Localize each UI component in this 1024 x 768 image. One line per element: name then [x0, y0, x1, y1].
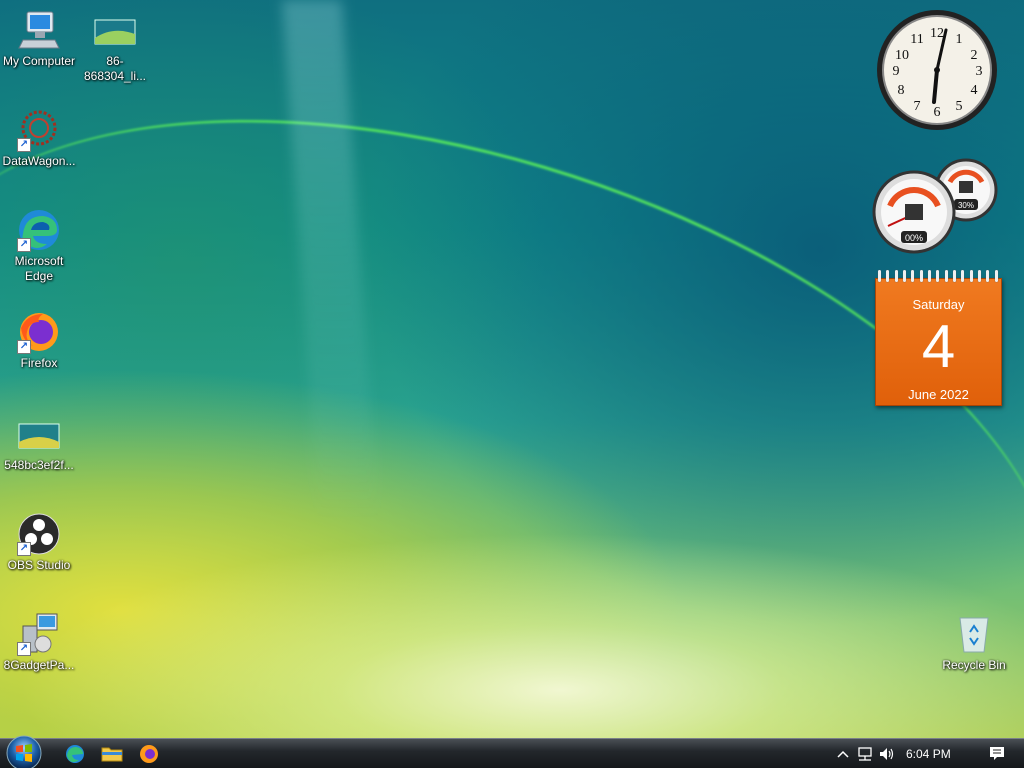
- clock-numeral: 11: [910, 32, 923, 47]
- desktop-icon-datawagon[interactable]: ↗ DataWagon...: [0, 108, 78, 169]
- shortcut-arrow-icon: ↗: [17, 340, 31, 354]
- firefox-icon: ↗: [17, 310, 61, 354]
- clock-numeral: 3: [976, 64, 983, 79]
- desktop-icon-recycle-bin[interactable]: Recycle Bin: [935, 612, 1013, 673]
- shortcut-arrow-icon: ↗: [17, 542, 31, 556]
- chevron-up-icon: [837, 750, 849, 758]
- desktop: My Computer 86-868304_li... ↗ DataWagon.…: [0, 0, 1024, 768]
- taskbar-clock[interactable]: 6:04 PM: [906, 747, 951, 761]
- desktop-icon-my-computer[interactable]: My Computer: [0, 8, 78, 69]
- taskbar: 6:04 PM: [0, 735, 1024, 768]
- clock-numeral: 1: [956, 32, 963, 47]
- desktop-icon-image-file[interactable]: 548bc3ef2f...: [0, 412, 78, 473]
- obs-icon: ↗: [17, 512, 61, 556]
- edge-icon: ↗: [17, 208, 61, 252]
- notification-icon: [990, 747, 1004, 760]
- desktop-icon-label: Firefox: [20, 356, 58, 370]
- desktop-icon-label: Microsoft Edge: [14, 254, 64, 283]
- desktop-icon-label: 8GadgetPa...: [3, 658, 75, 672]
- clock-numeral: 12: [930, 26, 944, 41]
- desktop-icon-image-file[interactable]: 86-868304_li...: [76, 8, 154, 84]
- desktop-icon-label: DataWagon...: [2, 154, 76, 168]
- volume-icon[interactable]: [878, 745, 896, 763]
- clock-numeral: 9: [893, 64, 900, 79]
- cpu-percent-label: 00%: [905, 233, 923, 243]
- desktop-icon-label: My Computer: [2, 54, 76, 68]
- calendar-page: Saturday 4 June 2022: [875, 278, 1002, 406]
- installer-icon: ↗: [17, 612, 61, 656]
- datawagon-icon: ↗: [17, 108, 61, 152]
- cpu-meter-gadget[interactable]: 30% 00%: [870, 158, 1002, 258]
- calendar-month-year: June 2022: [908, 387, 969, 402]
- system-tray: 6:04 PM: [834, 739, 1024, 768]
- shortcut-arrow-icon: ↗: [17, 238, 31, 252]
- desktop-icon-firefox[interactable]: ↗ Firefox: [0, 310, 78, 371]
- clock-numeral: 4: [971, 83, 978, 98]
- clock-numeral: 8: [898, 83, 905, 98]
- action-center-button[interactable]: [988, 745, 1006, 763]
- image-file-icon: [93, 8, 137, 52]
- taskbar-file-explorer-button[interactable]: [98, 742, 126, 766]
- clock-numeral: 2: [971, 48, 978, 63]
- firefox-icon: [140, 745, 158, 763]
- file-explorer-icon: [101, 747, 123, 762]
- desktop-icon-label: 548bc3ef2f...: [4, 458, 74, 472]
- start-button[interactable]: [4, 735, 44, 768]
- desktop-icon-8gadgetpack[interactable]: ↗ 8GadgetPa...: [0, 612, 78, 673]
- desktop-icon-obs-studio[interactable]: ↗ OBS Studio: [0, 512, 78, 573]
- calendar-weekday: Saturday: [912, 297, 965, 312]
- clock-numeral: 10: [895, 48, 909, 63]
- computer-icon: [17, 8, 61, 52]
- desktop-icon-label: 86-868304_li...: [83, 54, 147, 83]
- shortcut-arrow-icon: ↗: [17, 642, 31, 656]
- taskbar-edge-button[interactable]: [61, 742, 89, 766]
- clock-numeral: 5: [956, 99, 963, 114]
- image-file-icon: [17, 412, 61, 456]
- desktop-icon-microsoft-edge[interactable]: ↗ Microsoft Edge: [0, 208, 78, 284]
- calendar-gadget[interactable]: Saturday 4 June 2022: [875, 270, 1002, 406]
- clock-numeral: 7: [914, 99, 921, 114]
- calendar-rings: [878, 270, 998, 284]
- recycle-bin-icon: [952, 612, 996, 656]
- memory-percent-label: 30%: [958, 201, 974, 210]
- clock-numeral: 6: [934, 105, 941, 120]
- taskbar-firefox-button[interactable]: [135, 742, 163, 766]
- shortcut-arrow-icon: ↗: [17, 138, 31, 152]
- desktop-icon-label: OBS Studio: [7, 558, 71, 572]
- show-hidden-icons-button[interactable]: [834, 745, 852, 763]
- calendar-day-number: 4: [921, 313, 956, 380]
- desktop-icon-label: Recycle Bin: [942, 658, 1006, 672]
- edge-icon: [66, 745, 84, 763]
- network-icon[interactable]: [856, 745, 874, 763]
- clock-gadget[interactable]: 12 1 2 3 4 5 6 7 8 9 10 11: [874, 8, 1000, 132]
